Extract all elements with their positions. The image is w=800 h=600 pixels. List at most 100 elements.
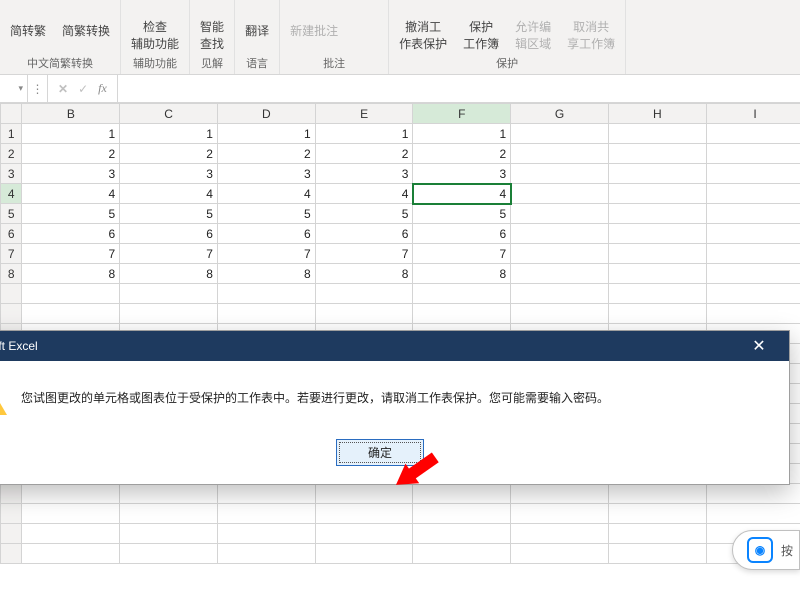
cell[interactable]	[511, 304, 609, 324]
cell[interactable]: 7	[217, 244, 315, 264]
row-header[interactable]	[1, 544, 22, 564]
formula-input[interactable]	[117, 75, 800, 102]
ribbon-button[interactable]: 检查辅助功能	[127, 0, 183, 53]
cell[interactable]	[315, 304, 413, 324]
cell[interactable]: 2	[217, 144, 315, 164]
cell[interactable]	[22, 524, 120, 544]
cell[interactable]	[706, 484, 800, 504]
cell[interactable]	[608, 524, 706, 544]
ribbon-button[interactable]: 撤消工作表保护	[395, 0, 451, 53]
cell[interactable]	[511, 164, 609, 184]
cell[interactable]	[511, 264, 609, 284]
cell[interactable]	[22, 484, 120, 504]
row-header[interactable]	[1, 284, 22, 304]
cell[interactable]: 3	[217, 164, 315, 184]
cell[interactable]: 5	[22, 204, 120, 224]
row-header[interactable]	[1, 524, 22, 544]
cell[interactable]: 2	[22, 144, 120, 164]
cell[interactable]	[217, 524, 315, 544]
cell[interactable]: 6	[22, 224, 120, 244]
cell[interactable]	[217, 504, 315, 524]
cell[interactable]	[120, 484, 218, 504]
cell[interactable]: 7	[120, 244, 218, 264]
cell[interactable]	[706, 164, 800, 184]
cell[interactable]: 1	[217, 124, 315, 144]
column-header[interactable]: G	[511, 104, 609, 124]
cell[interactable]	[511, 224, 609, 244]
row-header[interactable]: 8	[1, 264, 22, 284]
row-header[interactable]: 1	[1, 124, 22, 144]
column-header[interactable]: E	[315, 104, 413, 124]
cell[interactable]	[315, 524, 413, 544]
cell[interactable]: 1	[315, 124, 413, 144]
cell[interactable]	[511, 204, 609, 224]
cell[interactable]	[706, 124, 800, 144]
cell[interactable]	[706, 304, 800, 324]
cell[interactable]	[608, 504, 706, 524]
cell[interactable]	[413, 284, 511, 304]
cell[interactable]	[706, 204, 800, 224]
cell[interactable]	[315, 504, 413, 524]
cell[interactable]	[22, 304, 120, 324]
cell[interactable]	[608, 124, 706, 144]
ribbon-button[interactable]: 简转繁	[6, 2, 50, 40]
cancel-icon[interactable]: ✕	[58, 82, 68, 96]
cell[interactable]: 8	[217, 264, 315, 284]
cell[interactable]: 2	[413, 144, 511, 164]
column-header[interactable]: C	[120, 104, 218, 124]
cell[interactable]	[706, 224, 800, 244]
cell[interactable]	[22, 284, 120, 304]
cell[interactable]	[217, 544, 315, 564]
close-icon[interactable]: ✕	[739, 331, 779, 361]
cell[interactable]: 2	[120, 144, 218, 164]
cell[interactable]	[413, 484, 511, 504]
name-box[interactable]: ▾	[0, 75, 28, 102]
cell[interactable]	[706, 244, 800, 264]
cell[interactable]: 1	[413, 124, 511, 144]
cell[interactable]	[315, 544, 413, 564]
cell[interactable]	[413, 504, 511, 524]
row-header[interactable]	[1, 504, 22, 524]
column-header[interactable]: B	[22, 104, 120, 124]
cell[interactable]	[608, 204, 706, 224]
cell[interactable]: 8	[22, 264, 120, 284]
cell[interactable]	[511, 544, 609, 564]
expand-formula-bar-icon[interactable]: ⋮	[28, 75, 48, 102]
cell[interactable]: 6	[315, 224, 413, 244]
cell[interactable]	[413, 304, 511, 324]
cell[interactable]	[608, 304, 706, 324]
cell[interactable]: 7	[413, 244, 511, 264]
cell[interactable]: 6	[413, 224, 511, 244]
cell[interactable]: 4	[413, 184, 511, 204]
column-header[interactable]: H	[608, 104, 706, 124]
cell[interactable]: 5	[120, 204, 218, 224]
cell[interactable]	[217, 284, 315, 304]
row-header[interactable]: 3	[1, 164, 22, 184]
cell[interactable]	[120, 544, 218, 564]
cell[interactable]	[511, 284, 609, 304]
cell[interactable]	[120, 284, 218, 304]
cell[interactable]	[217, 484, 315, 504]
cell[interactable]	[413, 524, 511, 544]
cell[interactable]: 4	[120, 184, 218, 204]
cell[interactable]	[706, 504, 800, 524]
cell[interactable]	[608, 224, 706, 244]
cell[interactable]: 6	[120, 224, 218, 244]
row-header[interactable]: 5	[1, 204, 22, 224]
cell[interactable]	[608, 264, 706, 284]
cell[interactable]: 6	[217, 224, 315, 244]
cell[interactable]	[315, 284, 413, 304]
cell[interactable]	[608, 544, 706, 564]
cell[interactable]: 4	[22, 184, 120, 204]
ok-button[interactable]: 确定	[336, 439, 424, 466]
column-header[interactable]: F	[413, 104, 511, 124]
fx-label[interactable]: fx	[98, 81, 107, 96]
cell[interactable]	[608, 164, 706, 184]
cell[interactable]: 3	[413, 164, 511, 184]
ribbon-button[interactable]: 保护工作簿	[459, 0, 503, 53]
cell[interactable]	[706, 284, 800, 304]
cell[interactable]	[511, 504, 609, 524]
ribbon-button[interactable]: 简繁转换	[58, 2, 114, 40]
cell[interactable]: 1	[120, 124, 218, 144]
cell[interactable]: 1	[22, 124, 120, 144]
